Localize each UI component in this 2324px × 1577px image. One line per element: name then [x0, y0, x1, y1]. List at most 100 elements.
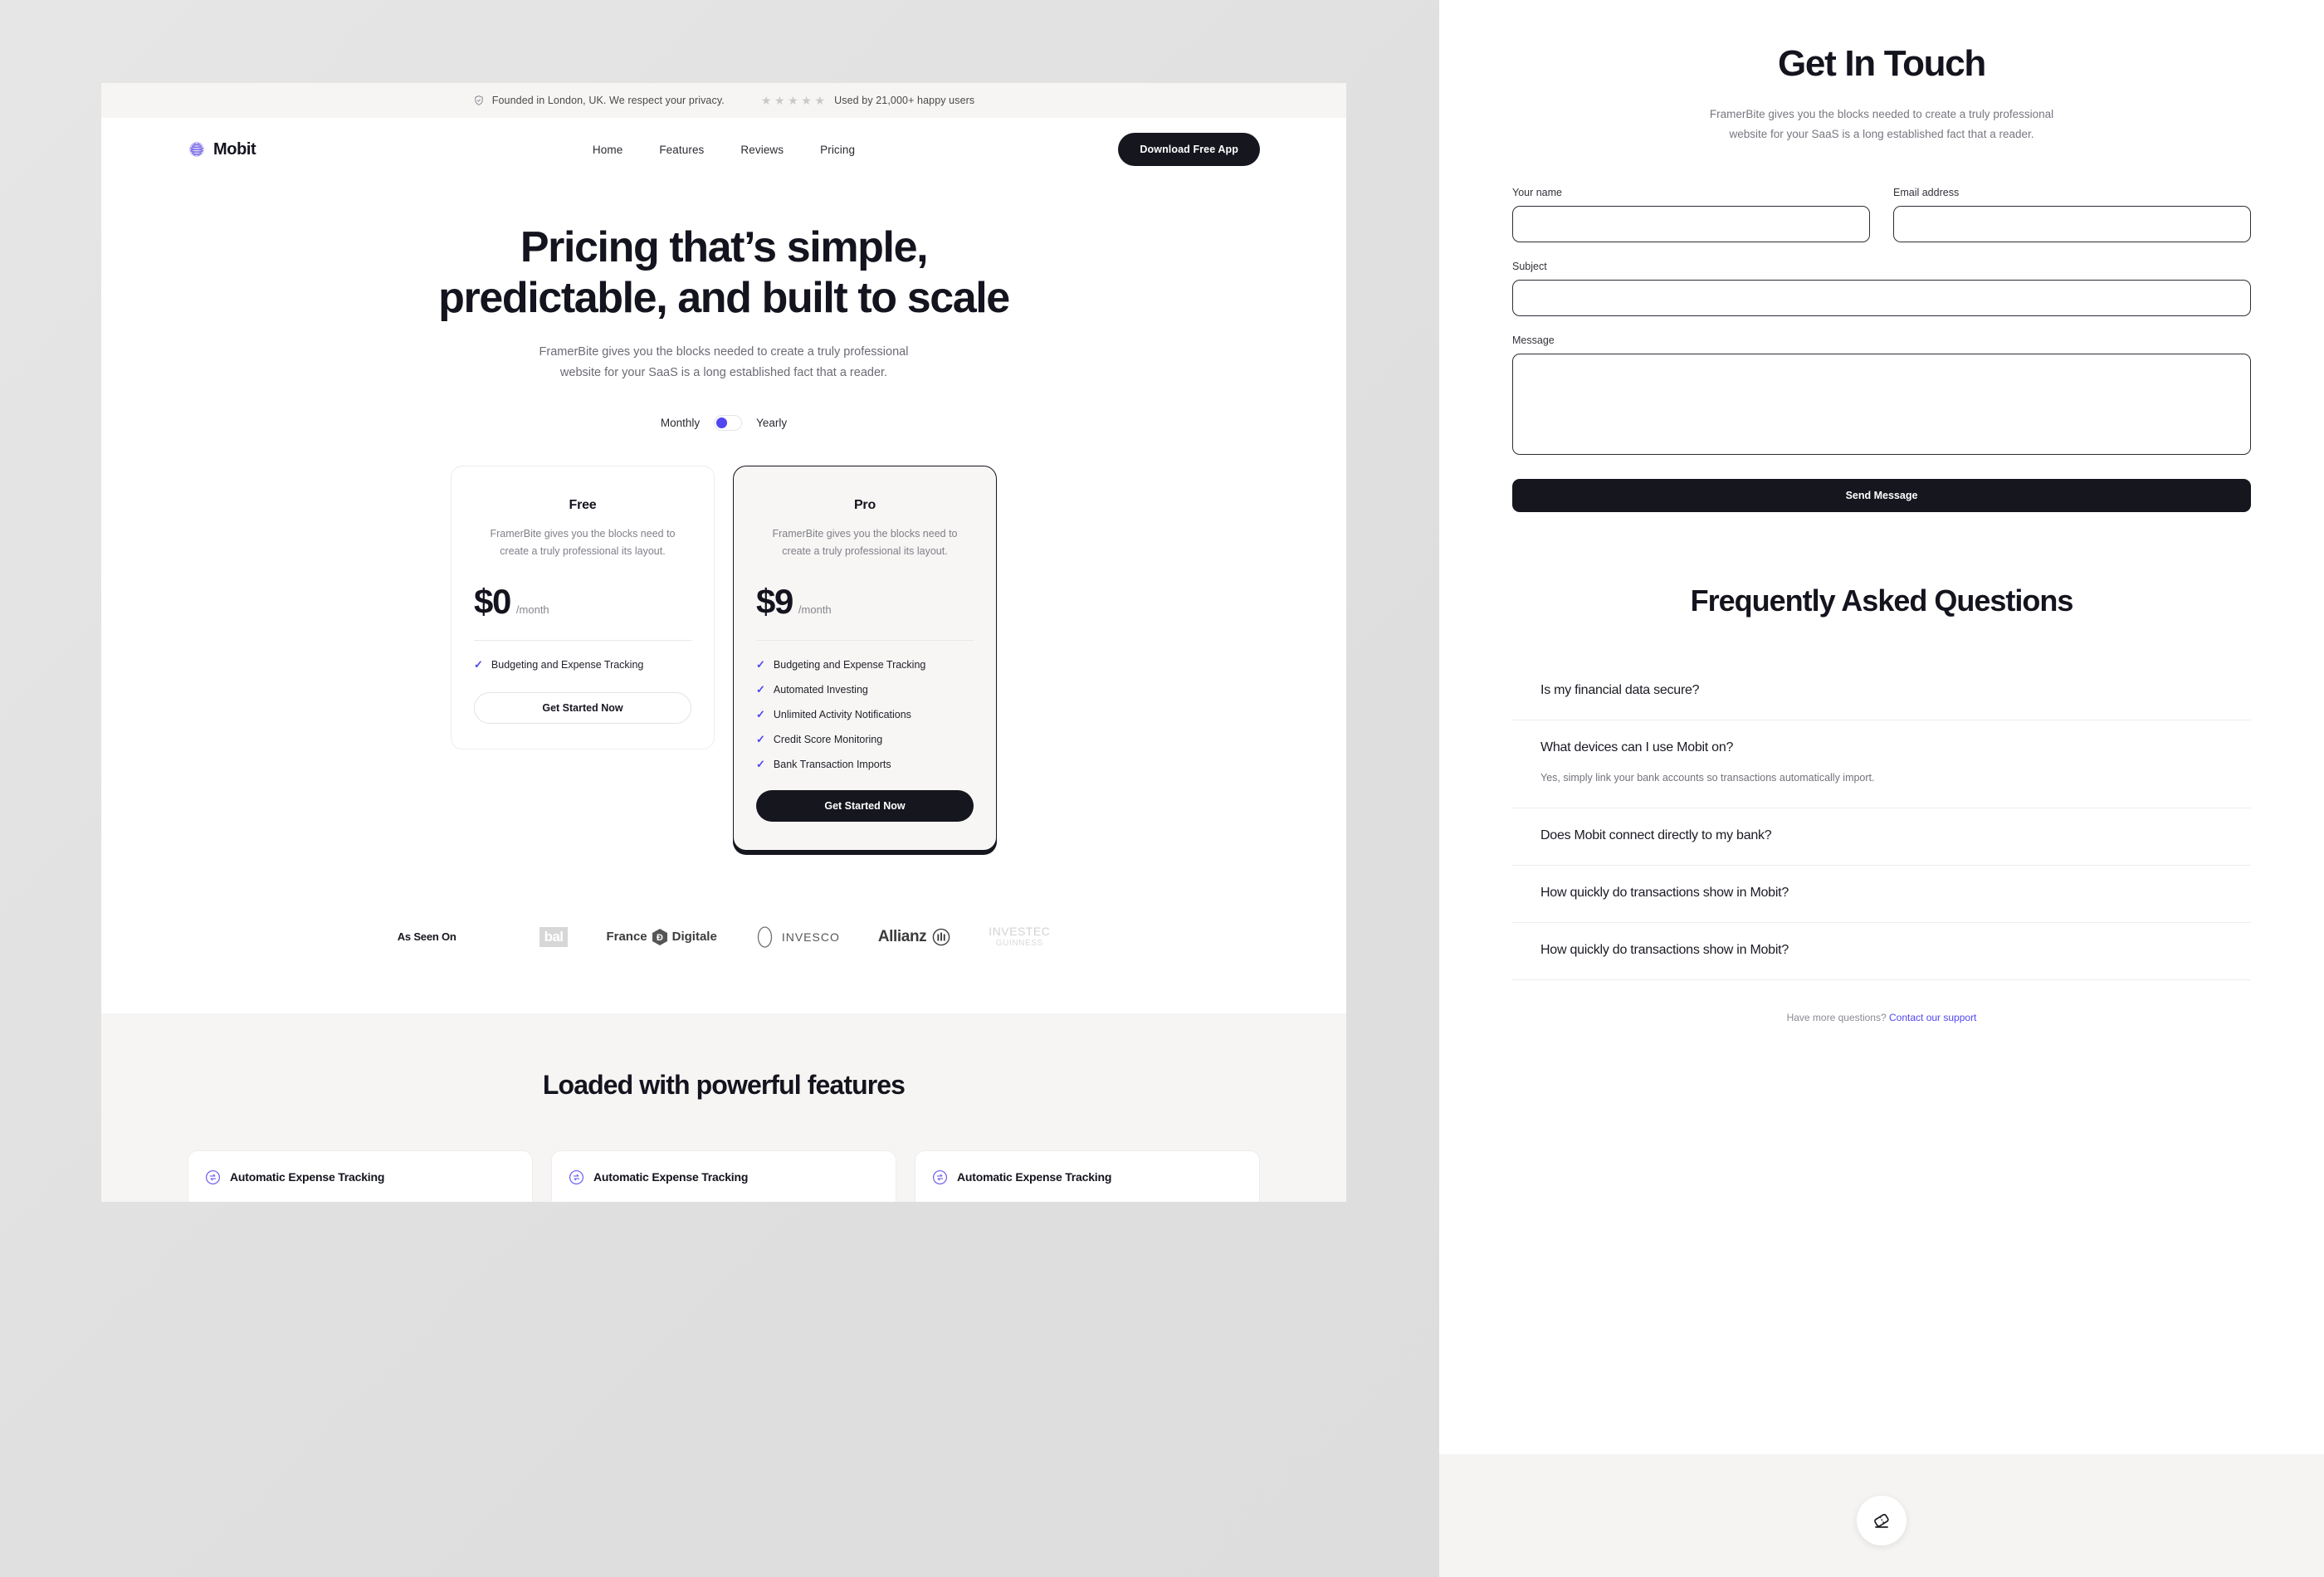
feature-card-body: Automatically categorize expenses to see…	[205, 1199, 515, 1202]
plan-feature: ✓ Bank Transaction Imports	[756, 759, 974, 770]
plan-feature-label: Budgeting and Expense Tracking	[491, 658, 644, 671]
plan-feature: ✓ Credit Score Monitoring	[756, 734, 974, 745]
get-started-free-button[interactable]: Get Started Now	[474, 691, 691, 724]
email-label: Email address	[1893, 187, 1960, 199]
billing-yearly-label[interactable]: Yearly	[756, 417, 787, 429]
message-textarea[interactable]	[1512, 354, 2251, 456]
star-icon: ★	[760, 94, 772, 107]
contact-sub-line-1: FramerBite gives you the blocks needed t…	[1709, 108, 2054, 120]
feature-card[interactable]: Automatic Expense Tracking Automatically…	[915, 1150, 1260, 1202]
faq-footer: Have more questions? Contact our support	[1512, 1012, 2251, 1023]
plan-card-free: Free FramerBite gives you the blocks nee…	[451, 466, 715, 749]
brand-logo[interactable]: Mobit	[188, 140, 256, 159]
faq-item[interactable]: How quickly do transactions show in Mobi…	[1512, 923, 2251, 981]
get-in-touch-subtitle: FramerBite gives you the blocks needed t…	[1512, 105, 2251, 144]
features-heading: Loaded with powerful features	[542, 1069, 906, 1100]
contact-support-link[interactable]: Contact our support	[1889, 1012, 1976, 1023]
name-email-row: Your name Email address	[1512, 187, 2251, 243]
framer-badge-button[interactable]	[1857, 1496, 1907, 1545]
star-icon: ★	[788, 94, 798, 107]
get-in-touch-title: Get In Touch	[1777, 43, 1986, 84]
message-field-group: Message	[1512, 334, 2251, 459]
nav-link-pricing[interactable]: Pricing	[820, 144, 855, 156]
investec-guinness-logo: INVESTEC GUINNESS	[989, 924, 1051, 949]
feature-card-header: Automatic Expense Tracking	[932, 1169, 1243, 1185]
hero-sub-line-2: website for your SaaS is a long establis…	[559, 366, 888, 380]
contact-sub-line-2: website for your SaaS is a long establis…	[1729, 127, 2034, 140]
plan-feature-label: Bank Transaction Imports	[773, 758, 891, 770]
plan-desc-line-2: create a truly professional its layout.	[500, 545, 666, 558]
email-field-group: Email address	[1893, 187, 2251, 243]
faq-item[interactable]: What devices can I use Mobit on? Yes, si…	[1512, 720, 2251, 809]
faq-item[interactable]: Does Mobit connect directly to my bank?	[1512, 808, 2251, 867]
sync-circle-icon	[569, 1169, 584, 1184]
contact-form: Your name Email address Subject Message	[1512, 187, 2251, 513]
invesco-mark-icon	[757, 926, 772, 948]
plan-price: $0	[474, 581, 511, 621]
divider	[474, 639, 691, 641]
subject-input[interactable]	[1512, 280, 2251, 317]
features-grid: Automatic Expense Tracking Automatically…	[188, 1150, 1260, 1202]
nav-link-reviews[interactable]: Reviews	[740, 144, 784, 156]
check-icon: ✓	[474, 658, 483, 671]
invesco-logo: INVESCO	[755, 925, 840, 949]
faq-list: Is my financial data secure? What device…	[1512, 663, 2251, 981]
email-input[interactable]	[1893, 206, 2251, 243]
faq-item[interactable]: Is my financial data secure?	[1512, 663, 2251, 721]
striped-globe-icon	[189, 142, 204, 157]
billing-monthly-label[interactable]: Monthly	[661, 417, 700, 429]
plan-feature: ✓ Budgeting and Expense Tracking	[474, 659, 691, 671]
message-label: Message	[1512, 334, 1555, 347]
plan-feature-list: ✓ Budgeting and Expense Tracking	[474, 659, 691, 671]
feature-card-body: Automatically categorize expenses to see…	[569, 1199, 879, 1202]
plan-feature: ✓ Automated Investing	[756, 684, 974, 696]
site-navbar: Mobit Home Features Reviews Pricing Down…	[101, 118, 1346, 181]
plan-feature-label: Credit Score Monitoring	[773, 733, 883, 745]
faq-footer-text: Have more questions?	[1786, 1012, 1887, 1024]
sync-circle-icon	[205, 1169, 221, 1184]
nav-link-home[interactable]: Home	[593, 144, 622, 156]
faq-question: Is my financial data secure?	[1540, 683, 1700, 698]
hero-subtitle: FramerBite gives you the blocks needed t…	[101, 342, 1346, 384]
feature-card[interactable]: Automatic Expense Tracking Automatically…	[551, 1150, 896, 1202]
users-text: Used by 21,000+ happy users	[834, 95, 975, 106]
contact-faq-content: Get In Touch FramerBite gives you the bl…	[1439, 0, 2324, 1023]
get-started-pro-button[interactable]: Get Started Now	[756, 789, 974, 822]
toggle-knob	[716, 417, 728, 429]
faq-answer: Yes, simply link your bank accounts so t…	[1540, 772, 1875, 784]
faq-item[interactable]: How quickly do transactions show in Mobi…	[1512, 866, 2251, 924]
hero-sub-line-1: FramerBite gives you the blocks needed t…	[539, 344, 909, 359]
faq-title: Frequently Asked Questions	[1690, 583, 2074, 618]
download-free-app-button[interactable]: Download Free App	[1118, 133, 1260, 166]
star-icon: ★	[814, 94, 826, 107]
plan-feature-list: ✓ Budgeting and Expense Tracking ✓ Automat…	[756, 659, 974, 770]
announcement-bar: Founded in London, UK. We respect your p…	[101, 83, 1346, 118]
plan-desc-line-1: FramerBite gives you the blocks need to	[490, 528, 676, 540]
sync-circle-icon	[932, 1169, 948, 1184]
plan-feature-label: Automated Investing	[773, 683, 868, 696]
plan-price-row: $0 /month	[474, 582, 691, 622]
name-input[interactable]	[1512, 206, 1870, 243]
plan-desc-line-1: FramerBite gives you the blocks need to	[772, 528, 958, 540]
feature-card-header: Automatic Expense Tracking	[205, 1169, 515, 1185]
nav-link-features[interactable]: Features	[659, 144, 704, 156]
hero-section: Pricing that’s simple, predictable, and …	[101, 181, 1346, 1202]
plan-feature-label: Unlimited Activity Notifications	[773, 708, 911, 720]
plan-desc-line-2: create a truly professional its layout.	[782, 545, 948, 558]
billing-toggle-switch[interactable]	[714, 415, 743, 432]
plan-description: FramerBite gives you the blocks need to …	[756, 525, 974, 559]
framer-eraser-badge-icon	[1874, 1513, 1889, 1528]
allianz-logo: Allianz	[878, 928, 950, 946]
features-section: Loaded with powerful features Automatic …	[101, 1013, 1346, 1202]
plan-price-row: $9 /month	[756, 582, 974, 622]
send-message-button[interactable]: Send Message	[1512, 479, 2251, 513]
brand-name: Mobit	[213, 139, 256, 159]
star-rating: ★ ★ ★ ★ ★	[761, 95, 825, 106]
feature-card[interactable]: Automatic Expense Tracking Automatically…	[188, 1150, 533, 1202]
as-seen-on-strip: As Seen On bal France Ɖ Digitale INVESCO…	[101, 911, 1346, 964]
svg-text:Ɖ: Ɖ	[657, 933, 663, 943]
hero-heading-line-1: Pricing that’s simple,	[520, 223, 929, 271]
faq-question: Does Mobit connect directly to my bank?	[1540, 828, 1772, 843]
global-logo: bal	[539, 926, 569, 947]
plan-description: FramerBite gives you the blocks need to …	[474, 525, 691, 559]
